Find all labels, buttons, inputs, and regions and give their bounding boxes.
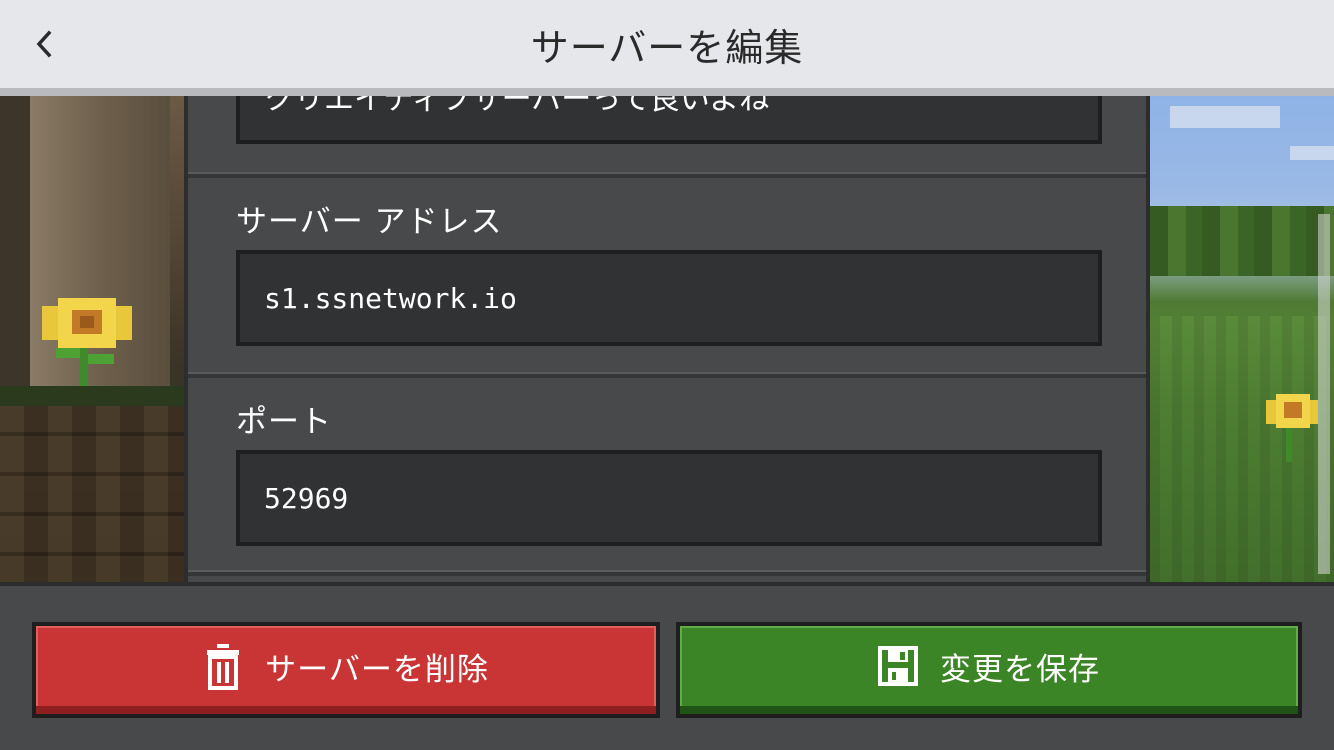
port-input[interactable]: 52969	[236, 450, 1102, 546]
save-button-content: 変更を保存	[680, 626, 1298, 706]
save-disk-icon	[878, 642, 918, 690]
trash-icon	[203, 642, 243, 690]
server-address-input[interactable]: s1.ssnetwork.io	[236, 250, 1102, 346]
scene-ledge	[0, 386, 186, 406]
scene-trees	[1150, 206, 1334, 276]
flower-decoration	[42, 298, 132, 386]
server-address-label: サーバー アドレス	[236, 204, 503, 240]
scene-cloud	[1290, 146, 1334, 160]
delete-server-label: サーバーを削除	[265, 651, 489, 688]
scene-chest-lines	[0, 406, 186, 586]
save-changes-button[interactable]: 変更を保存	[676, 622, 1302, 718]
server-form-panel: クリエイティブサーバーって良いよね サーバー アドレス s1.ssnetwork…	[184, 96, 1150, 582]
edit-server-screen: サーバーを編集 クリエイティブサーバーって良いよね サーバー アドレス s1.s…	[0, 0, 1334, 750]
delete-server-button[interactable]: サーバーを削除	[32, 622, 660, 718]
chevron-left-icon	[36, 30, 52, 58]
scene-cloud	[1170, 106, 1280, 128]
port-label: ポート	[236, 404, 332, 440]
page-title: サーバーを編集	[530, 25, 804, 70]
back-button[interactable]	[22, 22, 66, 66]
server-name-section: クリエイティブサーバーって良いよね	[188, 96, 1146, 178]
server-name-input[interactable]: クリエイティブサーバーって良いよね	[236, 96, 1102, 144]
flower-decoration	[1266, 394, 1318, 462]
save-changes-label: 変更を保存	[940, 651, 1100, 688]
background-scene-right	[1150, 96, 1334, 586]
bottom-action-bar: サーバーを削除 変更を保存	[0, 582, 1334, 750]
port-section: ポート 52969	[188, 378, 1146, 576]
background-scene-left	[0, 96, 186, 586]
server-address-section: サーバー アドレス s1.ssnetwork.io	[188, 178, 1146, 378]
delete-button-content: サーバーを削除	[36, 626, 656, 706]
top-navigation-bar: サーバーを編集	[0, 0, 1334, 96]
